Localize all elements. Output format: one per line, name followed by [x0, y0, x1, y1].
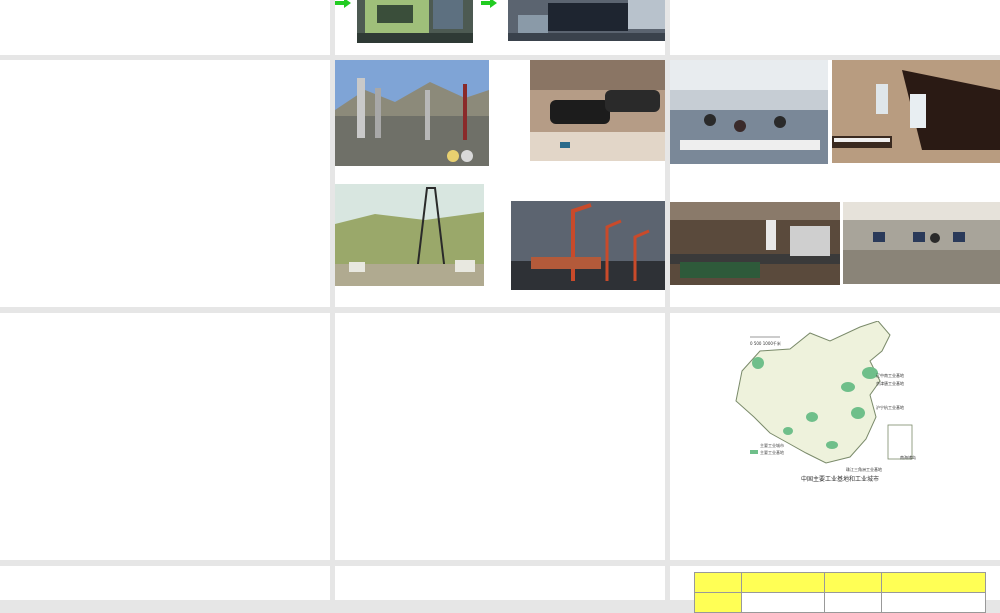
slide-r1c2: [335, 0, 665, 55]
green-arrow-icon: [481, 0, 497, 8]
slide-r1c1: [0, 0, 330, 55]
map-label-huningh: 沪宁杭工业基地: [876, 405, 904, 410]
slide-r3c2: [335, 313, 665, 560]
table-header-cell: [824, 572, 882, 593]
table-header-row: [694, 572, 986, 593]
table-cell: [741, 592, 825, 613]
slide-r3c3: 0 500 1000千米 辽中南工业基地 京津唐工业基地 沪宁杭工业基地 珠江三…: [670, 313, 1000, 560]
table-header-cell: [741, 572, 825, 593]
slide-r2c2: [335, 60, 665, 307]
table-header-cell: [694, 572, 742, 593]
piano-workshop-photo: [832, 60, 1000, 163]
slide-r4c1: [0, 566, 330, 600]
electronics-line-photo: [843, 202, 1000, 284]
car-factory-photo: [530, 60, 665, 161]
map-label-jingjintang: 京津唐工业基地: [876, 381, 904, 386]
bottling-line-photo: [670, 202, 840, 285]
slide-r1c3: [670, 0, 1000, 55]
table-row: [694, 592, 986, 613]
table-header-cell: [881, 572, 986, 593]
table-cell: [694, 592, 742, 613]
map-scale-text: 0 500 1000千米: [750, 341, 781, 346]
green-arrow-icon: [335, 0, 351, 8]
garment-workshop-photo: [670, 60, 828, 164]
shipyard-cranes-photo: [511, 201, 665, 290]
slide-r4c2: [335, 566, 665, 600]
legend-base: 主要工业基地: [760, 450, 784, 455]
factory-machine-photo: [357, 0, 473, 43]
table-cell: [881, 592, 986, 613]
slide-r2c1: [0, 60, 330, 307]
oil-refinery-photo: [335, 60, 489, 166]
legend-swatch-base: [750, 450, 758, 454]
assembly-line-photo: [508, 0, 665, 41]
slide-r3c1: [0, 313, 330, 560]
map-label-liaozhongnan: 辽中南工业基地: [876, 373, 904, 378]
industry-table: [694, 572, 986, 613]
table-cell: [824, 592, 882, 613]
map-label-zhujiang: 珠江三角洲工业基地: [846, 467, 882, 472]
slide-r2c3: [670, 60, 1000, 307]
map-inset-label: 南海诸岛: [900, 455, 916, 460]
map-title: 中国主要工业基地和工业城市: [800, 476, 879, 483]
oil-derrick-photo: [335, 184, 484, 286]
legend-city: 主要工业城市: [760, 443, 784, 448]
